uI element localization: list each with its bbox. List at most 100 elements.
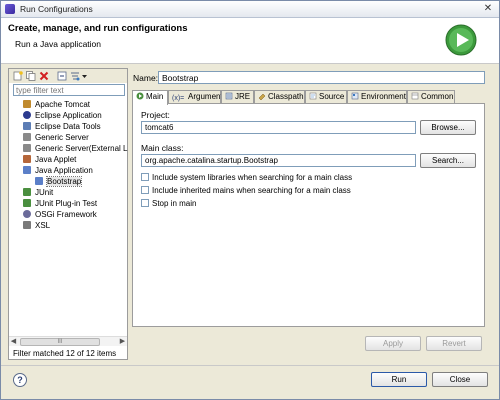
tab-arguments[interactable]: (x)= Arguments (168, 90, 227, 104)
tree-item-osgi-framework[interactable]: OSGi Framework (23, 209, 97, 220)
tomcat-icon (23, 100, 31, 108)
junit-icon (23, 188, 31, 196)
apply-button[interactable]: Apply (365, 336, 421, 351)
tab-common[interactable]: Common (407, 90, 455, 104)
tree-item-generic-server[interactable]: Generic Server (23, 132, 89, 143)
window-title: Run Configurations (20, 4, 93, 14)
arguments-tab-icon: (x)= (172, 95, 185, 102)
tab-source-label: Source (319, 92, 345, 101)
revert-button[interactable]: Revert (426, 336, 482, 351)
tab-environment[interactable]: Environment (347, 90, 407, 104)
tree-item-java-application[interactable]: Java Application (23, 165, 93, 176)
tab-jre-label: JRE (235, 92, 251, 101)
delete-icon[interactable] (39, 71, 49, 81)
osgi-icon (23, 210, 31, 218)
config-name-input[interactable] (158, 71, 485, 84)
header-title: Create, manage, and run configurations (8, 23, 188, 34)
main-class-input[interactable] (141, 154, 416, 167)
tree-item-label: Eclipse Application (35, 111, 102, 120)
tree-item-label: Eclipse Data Tools (35, 122, 101, 131)
source-tab-icon (309, 92, 317, 100)
data-tools-icon (23, 122, 31, 130)
tree-toolbar (9, 69, 127, 83)
tree-item-java-applet[interactable]: Java Applet (23, 154, 76, 165)
tree-item-bootstrap[interactable]: Bootstrap (35, 176, 83, 187)
header-subtitle: Run a Java application (15, 39, 102, 49)
tree-item-apache-tomcat[interactable]: Apache Tomcat (23, 99, 90, 110)
tree-item-label: Generic Server (35, 133, 89, 142)
tree-item-label: OSGi Framework (35, 210, 97, 219)
run-configurations-dialog: Run Configurations ✕ Create, manage, and… (0, 0, 500, 400)
search-button[interactable]: Search... (420, 153, 476, 168)
main-tab-panel (132, 103, 485, 327)
tab-jre[interactable]: JRE (221, 90, 254, 104)
include-system-libraries-label: Include system libraries when searching … (152, 173, 353, 182)
environment-tab-icon (351, 92, 359, 100)
collapse-all-icon[interactable] (57, 71, 67, 81)
xsl-icon (23, 221, 31, 229)
tree-item-label: JUnit Plug-in Test (35, 199, 98, 208)
filter-icon[interactable] (70, 71, 80, 81)
tree-item-label: Apache Tomcat (35, 100, 90, 109)
server-icon (23, 144, 31, 152)
tree-item-eclipse-data-tools[interactable]: Eclipse Data Tools (23, 121, 101, 132)
tree-item-generic-server-external-l[interactable]: Generic Server(External L (23, 143, 127, 154)
tree-item-label: XSL (35, 221, 51, 230)
footer-separator (1, 365, 499, 366)
config-tree-panel: Apache Tomcat Eclipse Application Eclipse … (8, 68, 128, 360)
jre-tab-icon (225, 92, 233, 100)
tab-classpath-label: Classpath (268, 92, 304, 101)
include-inherited-mains-checkbox[interactable]: Include inherited mains when searching f… (141, 186, 351, 195)
project-input[interactable] (141, 121, 416, 134)
tree-item-junit[interactable]: JUnit (23, 187, 53, 198)
tree-horizontal-scrollbar[interactable]: ◀ III ▶ (9, 336, 127, 346)
browse-button[interactable]: Browse... (420, 120, 476, 135)
tab-classpath[interactable]: Classpath (254, 90, 305, 104)
tab-main-label: Main (146, 92, 164, 101)
duplicate-icon[interactable] (26, 71, 36, 81)
tree-item-eclipse-application[interactable]: Eclipse Application (23, 110, 102, 121)
server-icon (23, 133, 31, 141)
stop-in-main-checkbox[interactable]: Stop in main (141, 199, 196, 208)
checkbox-box[interactable] (141, 186, 149, 194)
scrollbar-thumb[interactable]: III (20, 338, 100, 346)
close-button[interactable]: Close (432, 372, 488, 387)
eclipse-icon (23, 111, 31, 119)
classpath-tab-icon (258, 93, 266, 100)
filter-input[interactable] (13, 84, 125, 96)
java-app-icon (23, 166, 31, 174)
tree-item-xsl[interactable]: XSL (23, 220, 50, 231)
tree-item-label: JUnit (35, 188, 54, 197)
run-icon (445, 24, 477, 56)
applet-icon (23, 155, 31, 163)
tree-item-label: Java Applet (35, 155, 77, 164)
app-icon (5, 4, 15, 14)
new-config-icon[interactable] (13, 71, 23, 81)
java-class-icon (35, 177, 43, 185)
tree-item-junit-plug-in-test[interactable]: JUnit Plug-in Test (23, 198, 97, 209)
run-button[interactable]: Run (371, 372, 427, 387)
filter-status-text: Filter matched 12 of 12 items (13, 349, 117, 358)
tab-environment-label: Environment (361, 92, 406, 101)
scroll-left-icon[interactable]: ◀ (9, 337, 18, 347)
checkbox-box[interactable] (141, 199, 149, 207)
checkbox-box[interactable] (141, 173, 149, 181)
name-label: Name: (133, 73, 159, 83)
tab-source[interactable]: Source (305, 90, 347, 104)
scrollbar-grip: III (57, 339, 63, 345)
title-bar: Run Configurations ✕ (1, 1, 499, 18)
tree-item-label: Generic Server(External L (35, 144, 128, 153)
common-tab-icon (411, 92, 419, 100)
project-label: Project: (141, 110, 170, 120)
scroll-right-icon[interactable]: ▶ (118, 337, 127, 347)
help-icon[interactable]: ? (13, 373, 27, 387)
window-close-button[interactable]: ✕ (481, 3, 495, 15)
main-tab-icon (136, 92, 144, 100)
dialog-header: Create, manage, and run configurations R… (1, 18, 499, 64)
dropdown-arrow-icon[interactable] (81, 71, 88, 81)
tab-main[interactable]: Main (132, 90, 168, 105)
include-inherited-mains-label: Include inherited mains when searching f… (152, 186, 351, 195)
junit-plugin-icon (23, 199, 31, 207)
tree-item-label: Java Application (35, 166, 93, 175)
include-system-libraries-checkbox[interactable]: Include system libraries when searching … (141, 173, 352, 182)
